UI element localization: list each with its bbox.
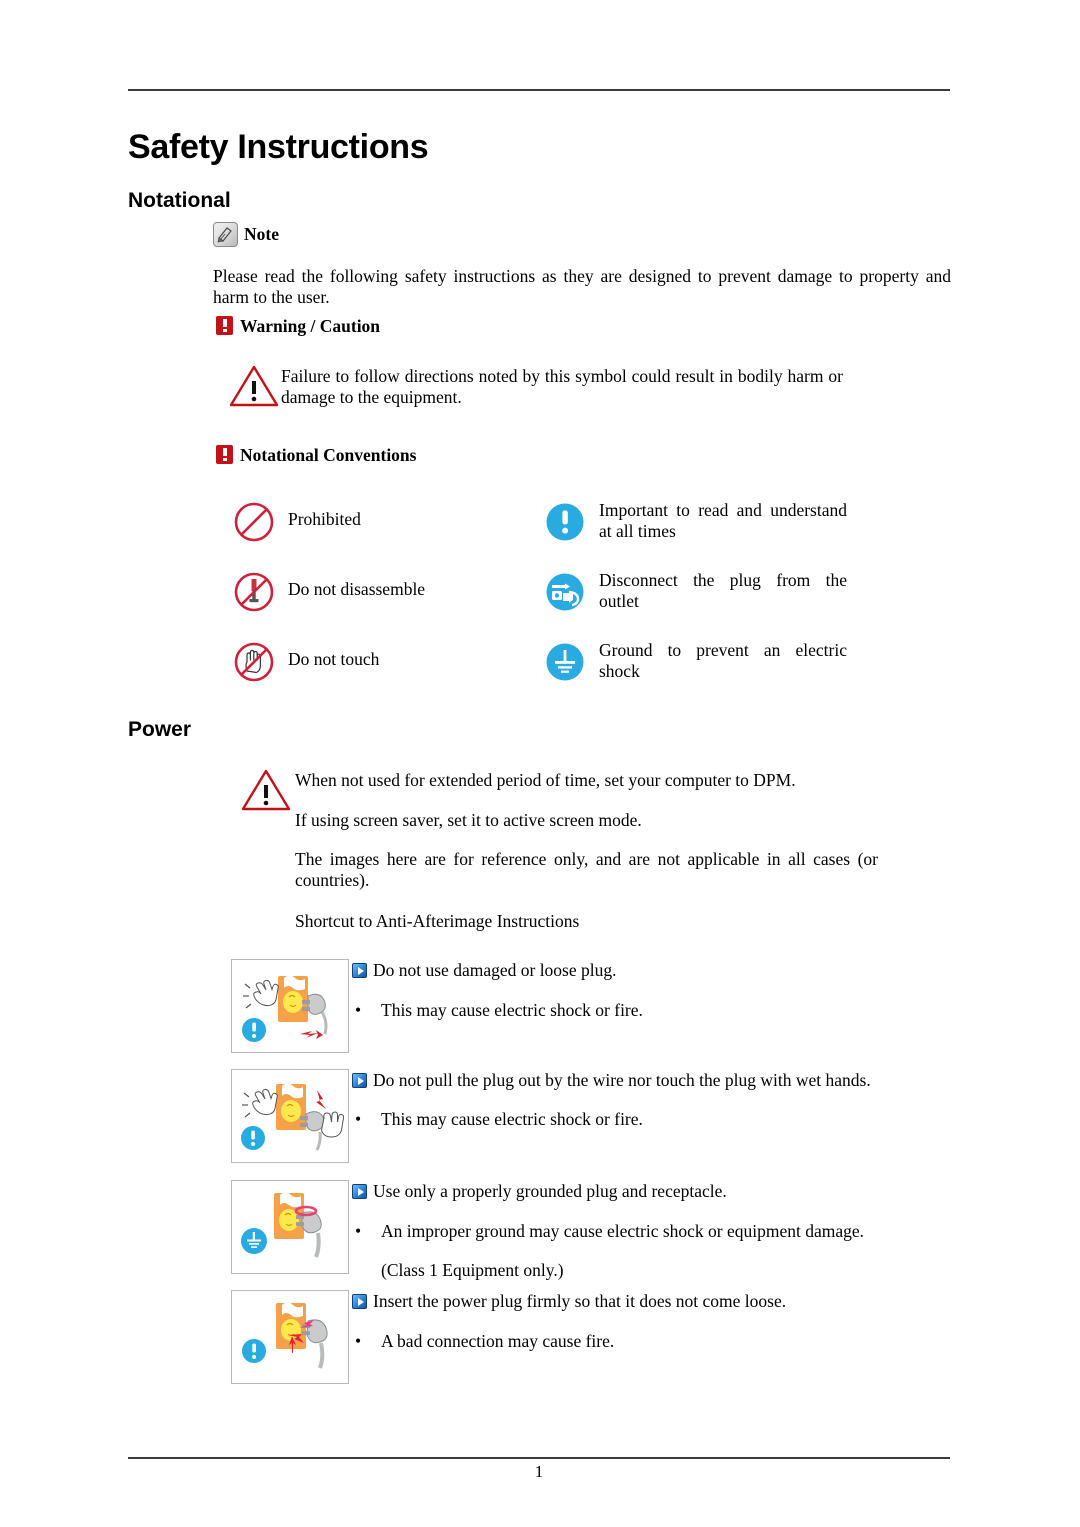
instruction-detail-text: A bad connection may cause fire. — [381, 1331, 615, 1351]
note-callout: Note — [213, 222, 279, 247]
convention-label: Ground to prevent an electric shock — [599, 640, 847, 681]
convention-ground: Ground to prevent an electric shock — [543, 640, 853, 684]
convention-important-read: Important to read and understand at all … — [543, 500, 853, 544]
damaged-loose-plug-illustration — [231, 959, 349, 1053]
do-not-disassemble-icon — [232, 570, 276, 614]
convention-label: Prohibited — [288, 509, 361, 529]
power-paragraph-screensaver: If using screen saver, set it to active … — [295, 810, 642, 830]
document-page: Safety Instructions Notational Note Plea… — [0, 0, 1080, 1527]
header-rule — [128, 89, 950, 91]
dot-bullet-icon: • — [355, 1109, 362, 1129]
do-not-touch-icon — [232, 640, 276, 684]
instruction-detail-text: An improper ground may cause electric sh… — [381, 1221, 865, 1241]
arrow-bullet-icon — [352, 963, 367, 978]
arrow-bullet-icon — [352, 1184, 367, 1199]
warning-caution-heading: Warning / Caution — [216, 316, 380, 337]
instruction-title: Do not use damaged or loose plug. — [352, 959, 912, 981]
power-paragraph-shortcut: Shortcut to Anti-Afterimage Instructions — [295, 911, 580, 931]
convention-do-not-touch: Do not touch — [232, 640, 532, 684]
insert-plug-firmly-illustration — [231, 1290, 349, 1384]
dot-bullet-icon: • — [355, 1000, 362, 1020]
convention-disconnect-plug: Disconnect the plug from the outlet — [543, 570, 853, 614]
instruction-class1-note: (Class 1 Equipment only.) — [381, 1260, 564, 1280]
arrow-bullet-icon — [352, 1073, 367, 1088]
instruction-detail: • An improper ground may cause electric s… — [355, 1220, 955, 1242]
instruction-title-text: Do not pull the plug out by the wire nor… — [373, 1070, 871, 1090]
pull-plug-wet-hands-illustration — [231, 1069, 349, 1163]
grounded-plug-receptacle-illustration — [231, 1180, 349, 1274]
page-number: 1 — [534, 1462, 544, 1481]
notational-conventions-heading: Notational Conventions — [216, 445, 416, 466]
instruction-title-text: Insert the power plug firmly so that it … — [373, 1291, 787, 1311]
convention-prohibited: Prohibited — [232, 500, 532, 544]
warning-caution-label: Warning / Caution — [240, 316, 381, 336]
note-body-text: Please read the following safety instruc… — [213, 266, 951, 307]
instruction-detail-text: This may cause electric shock or fire. — [381, 1109, 643, 1129]
red-exclamation-badge-icon — [216, 316, 233, 335]
convention-do-not-disassemble: Do not disassemble — [232, 570, 532, 614]
instruction-title: Do not pull the plug out by the wire nor… — [352, 1069, 912, 1091]
convention-label: Important to read and understand at all … — [599, 500, 847, 541]
dot-bullet-icon: • — [355, 1331, 362, 1351]
dot-bullet-icon: • — [355, 1221, 362, 1241]
warning-triangle-icon — [240, 768, 292, 817]
notational-conventions-label: Notational Conventions — [240, 445, 417, 465]
red-exclamation-badge-icon — [216, 445, 233, 464]
instruction-detail-text: This may cause electric shock or fire. — [381, 1000, 643, 1020]
section-heading-power: Power — [128, 718, 192, 741]
instruction-title: Insert the power plug firmly so that it … — [352, 1290, 912, 1312]
instruction-title: Use only a properly grounded plug and re… — [352, 1180, 912, 1202]
disconnect-plug-icon — [543, 570, 587, 614]
important-read-icon — [543, 500, 587, 544]
note-pencil-icon — [213, 222, 238, 247]
prohibited-icon — [232, 500, 276, 544]
ground-icon — [543, 640, 587, 684]
section-heading-notational: Notational — [128, 189, 231, 212]
instruction-detail: • This may cause electric shock or fire. — [355, 1108, 915, 1130]
instruction-detail: • A bad connection may cause fire. — [355, 1330, 915, 1352]
note-label: Note — [244, 224, 279, 244]
warning-caution-body-text: Failure to follow directions noted by th… — [281, 366, 843, 407]
convention-label: Do not touch — [288, 649, 380, 669]
instruction-title-text: Do not use damaged or loose plug. — [373, 960, 617, 980]
instruction-detail: • This may cause electric shock or fire. — [355, 999, 915, 1021]
arrow-bullet-icon — [352, 1294, 367, 1309]
power-paragraph-images-reference: The images here are for reference only, … — [295, 849, 878, 890]
instruction-title-text: Use only a properly grounded plug and re… — [373, 1181, 727, 1201]
footer-rule — [128, 1457, 950, 1459]
page-title: Safety Instructions — [128, 128, 429, 166]
convention-label: Disconnect the plug from the outlet — [599, 570, 847, 611]
power-paragraph-dpm: When not used for extended period of tim… — [295, 770, 796, 790]
convention-label: Do not disassemble — [288, 579, 426, 599]
warning-triangle-icon — [228, 364, 280, 413]
